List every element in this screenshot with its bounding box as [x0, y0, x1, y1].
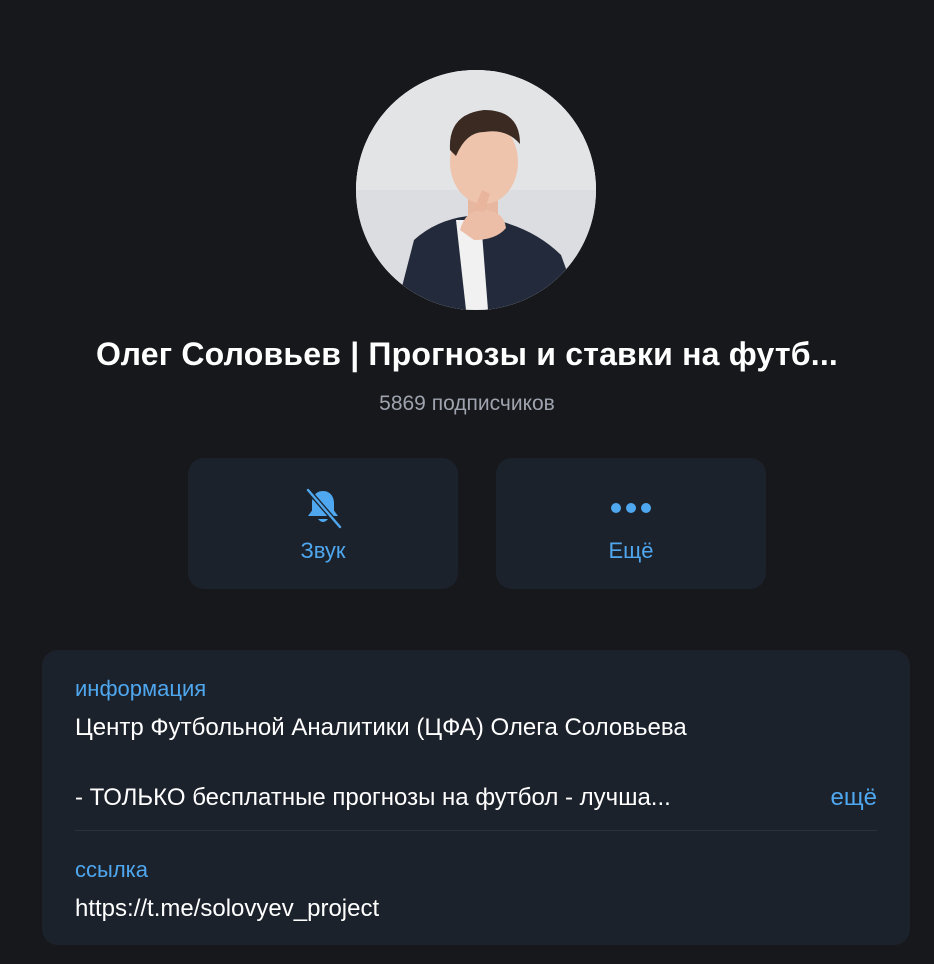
ellipsis-icon [496, 486, 766, 530]
subscriber-count: 5869 подписчиков [379, 392, 555, 415]
info-section-label: информация [75, 676, 207, 701]
channel-title: Олег Соловьев | Прогнозы и ставки на фут… [95, 336, 839, 372]
description-line-1: Центр Футбольной Аналитики (ЦФА) Олега С… [75, 714, 687, 741]
channel-link[interactable]: https://t.me/solovyev_project [75, 895, 379, 923]
more-button[interactable]: Ещё [496, 458, 766, 589]
expand-description-link[interactable]: ещё [831, 784, 877, 812]
channel-avatar[interactable] [356, 70, 596, 310]
more-button-label: Ещё [608, 538, 654, 563]
bell-slash-icon [188, 486, 458, 530]
description-line-2: - ТОЛЬКО бесплатные прогнозы на футбол -… [75, 784, 671, 811]
sound-button[interactable]: Звук [188, 458, 458, 589]
info-card: информация Центр Футбольной Аналитики (Ц… [42, 650, 910, 945]
sound-button-label: Звук [300, 538, 346, 563]
divider [75, 830, 877, 831]
link-section-label: ссылка [75, 857, 148, 882]
